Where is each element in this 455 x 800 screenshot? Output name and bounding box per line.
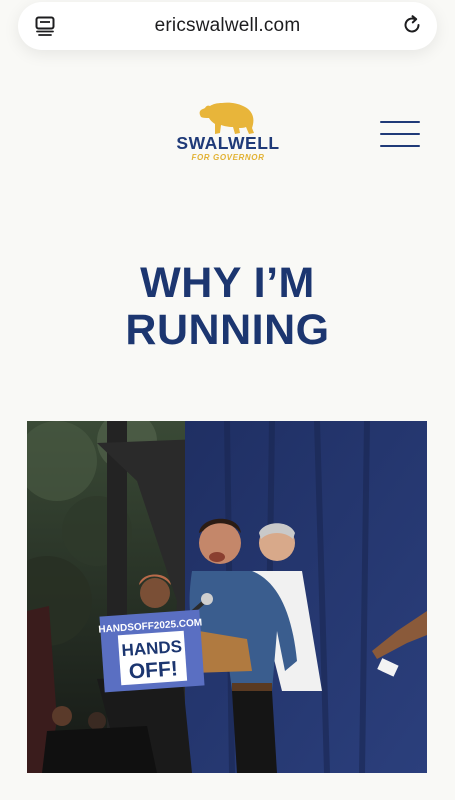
- reload-icon[interactable]: [401, 14, 423, 36]
- page-title: WHY I’M RUNNING: [0, 260, 455, 354]
- hands-off-sign: HANDSOFF2025.COM HANDS OFF!: [98, 609, 205, 693]
- logo-wordmark: SWALWELL: [176, 133, 280, 153]
- browser-address-bar[interactable]: ericswalwell.com: [18, 2, 437, 50]
- sign-line-2-text: OFF!: [128, 657, 178, 683]
- menu-line-middle: [380, 133, 420, 135]
- menu-button[interactable]: [378, 118, 422, 150]
- site-logo[interactable]: SWALWELL FOR GOVERNOR: [170, 98, 286, 168]
- menu-line-top: [380, 121, 420, 123]
- menu-line-bottom: [380, 145, 420, 147]
- bear-icon: [199, 102, 254, 134]
- page-title-line-2: RUNNING: [125, 306, 330, 354]
- page-title-line-1: WHY I’M: [140, 259, 315, 307]
- url-text[interactable]: ericswalwell.com: [18, 15, 437, 37]
- logo-tagline: FOR GOVERNOR: [191, 153, 265, 162]
- hero-photo: HANDSOFF2025.COM HANDS OFF!: [27, 421, 427, 773]
